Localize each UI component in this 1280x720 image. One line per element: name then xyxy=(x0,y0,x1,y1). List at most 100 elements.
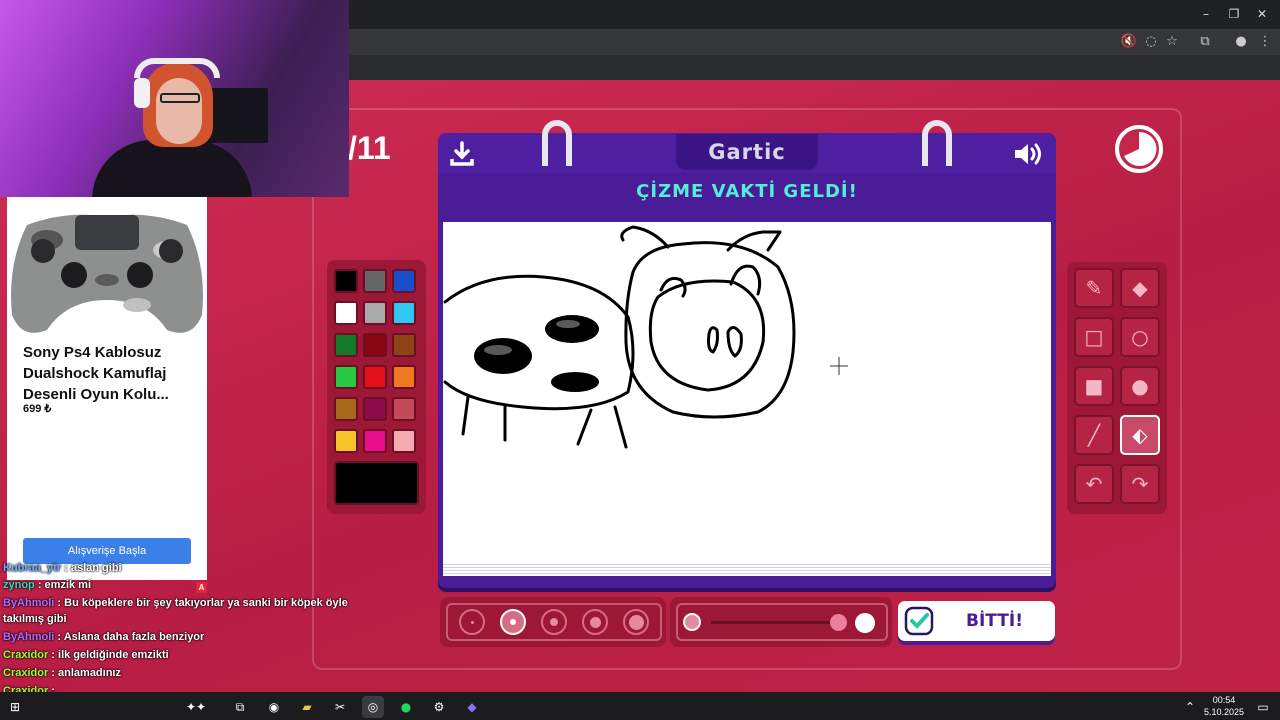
timer-icon xyxy=(1115,125,1163,173)
color-swatch[interactable] xyxy=(334,269,358,293)
discord-icon[interactable]: ◆ xyxy=(461,696,483,718)
mute-tab-icon[interactable]: 🔇 xyxy=(1120,33,1138,51)
file-explorer-icon[interactable]: ▰ xyxy=(296,696,318,718)
color-swatch[interactable] xyxy=(392,301,416,325)
chat-text: : aslan gibi xyxy=(61,562,122,574)
chat-username: Craxidor xyxy=(3,667,49,679)
filled-rectangle-icon[interactable]: ■ xyxy=(1074,366,1114,406)
brush-size-4[interactable] xyxy=(582,609,608,635)
task-view-icon[interactable]: ⧉ xyxy=(229,696,251,718)
chat-username: ByAhmoli xyxy=(3,631,55,643)
ad-title: Sony Ps4 Kablosuz Dualshock Kamuflaj Des… xyxy=(23,344,169,403)
chat-text: : anlamadınız xyxy=(48,667,121,679)
eraser-icon[interactable]: ◆ xyxy=(1120,268,1160,308)
chat-text: : Aslana daha fazla benziyor xyxy=(54,631,205,643)
download-icon[interactable] xyxy=(448,140,476,168)
windows-start-icon[interactable]: ⊞ xyxy=(4,696,26,718)
prompt-text: ÇİZME VAKTİ GELDİ! xyxy=(636,181,858,202)
color-swatch[interactable] xyxy=(392,397,416,421)
done-label: BİTTİ! xyxy=(966,611,1023,631)
settings-gear-icon[interactable]: ⚙ xyxy=(428,696,450,718)
menu-dots-icon[interactable]: ⋮ xyxy=(1256,33,1274,51)
color-swatch[interactable] xyxy=(392,333,416,357)
opacity-min-swatch xyxy=(683,613,701,631)
color-swatch[interactable] xyxy=(392,365,416,389)
pencil-icon[interactable]: ✎ xyxy=(1074,268,1114,308)
color-swatch[interactable] xyxy=(334,301,358,325)
line-icon[interactable]: ╱ xyxy=(1074,415,1114,455)
clock-time: 00:54 xyxy=(1212,695,1236,705)
chat-message: ByAhmoli : Aslana daha fazla benziyor xyxy=(3,629,204,645)
chat-message: Kubraa_ytr : aslan gibi xyxy=(3,560,122,576)
spotify-icon[interactable]: ● xyxy=(395,696,417,718)
chat-username: ByAhmoli xyxy=(3,597,55,609)
ellipse-icon[interactable]: ○ xyxy=(1120,317,1160,357)
notepad-page-edges xyxy=(443,562,1051,576)
capcut-icon[interactable]: ✂ xyxy=(329,696,351,718)
chat-text: : Bu köpeklere bir şey takıyorlar ya san… xyxy=(54,597,348,609)
color-swatch[interactable] xyxy=(392,269,416,293)
brush-size-2[interactable] xyxy=(500,609,526,635)
redo-icon[interactable]: ↷ xyxy=(1120,464,1160,504)
current-color-swatch xyxy=(334,461,419,505)
tray-chevron-up-icon[interactable]: ⌃ xyxy=(1182,696,1198,718)
binder-ring-left xyxy=(542,120,572,166)
color-swatch[interactable] xyxy=(363,333,387,357)
brush-size-5[interactable] xyxy=(623,609,649,635)
chat-username: zynop xyxy=(3,579,35,591)
minimize-icon[interactable]: – xyxy=(1198,6,1214,22)
brush-size-3[interactable] xyxy=(541,609,567,635)
undo-icon[interactable]: ↶ xyxy=(1074,464,1114,504)
chat-text: takılmış gibi xyxy=(3,613,67,625)
fill-bucket-icon[interactable]: ⬖ xyxy=(1120,415,1160,455)
opacity-slider-handle[interactable] xyxy=(830,614,847,631)
crosshair-cursor-icon xyxy=(830,357,848,375)
round-counter: /11 xyxy=(348,130,391,166)
chrome-icon[interactable]: ◎ xyxy=(362,696,384,718)
chat-username: Kubraa_ytr xyxy=(3,562,62,574)
chat-text: : emzik mi xyxy=(34,579,92,591)
clock-date: 5.10.2025 xyxy=(1203,707,1245,717)
color-swatch[interactable] xyxy=(392,429,416,453)
color-swatch[interactable] xyxy=(363,365,387,389)
binder-ring-right xyxy=(922,120,952,166)
gamepad-image xyxy=(11,214,203,333)
ad-panel: Sony Ps4 Kablosuz Dualshock Kamuflaj Des… xyxy=(7,197,207,580)
widgets-sparkle-icon[interactable]: ✦✦ xyxy=(176,696,216,718)
hide-eye-icon[interactable]: ◌ xyxy=(1142,33,1160,51)
color-swatch[interactable] xyxy=(363,429,387,453)
chat-message: takılmış gibi xyxy=(3,611,67,627)
color-swatch[interactable] xyxy=(334,365,358,389)
opacity-max-swatch xyxy=(855,613,875,633)
color-swatch[interactable] xyxy=(363,269,387,293)
sound-icon[interactable] xyxy=(1012,140,1044,168)
color-swatch[interactable] xyxy=(334,429,358,453)
ad-price: 699 ₺ xyxy=(23,403,52,415)
done-button[interactable]: BİTTİ! xyxy=(898,601,1055,641)
color-swatch[interactable] xyxy=(334,333,358,357)
bookmark-star-icon[interactable]: ☆ xyxy=(1163,33,1181,51)
brush-size-1[interactable] xyxy=(459,609,485,635)
notifications-icon[interactable]: ▭ xyxy=(1252,696,1274,718)
chat-message: zynop : emzik mi xyxy=(3,577,91,593)
profile-avatar-icon[interactable]: ● xyxy=(1232,33,1250,51)
close-icon[interactable]: ✕ xyxy=(1254,6,1270,22)
color-swatch[interactable] xyxy=(334,397,358,421)
chat-username: Craxidor xyxy=(3,649,49,661)
chat-message: ByAhmoli : Bu köpeklere bir şey takıyorl… xyxy=(3,595,348,611)
gartic-logo: Gartic xyxy=(676,134,818,170)
opacity-slider-track[interactable] xyxy=(711,621,831,624)
filled-ellipse-icon[interactable]: ● xyxy=(1120,366,1160,406)
chat-text: : ilk geldiğinde emzikti xyxy=(48,649,169,661)
user-drawing xyxy=(443,225,796,449)
check-icon xyxy=(904,606,934,636)
streamer-webcam xyxy=(0,0,349,197)
obs-icon[interactable]: ◉ xyxy=(263,696,285,718)
rectangle-icon[interactable]: □ xyxy=(1074,317,1114,357)
chat-message: Craxidor : anlamadınız xyxy=(3,665,121,681)
chat-message: Craxidor : ilk geldiğinde emzikti xyxy=(3,647,169,663)
restore-icon[interactable]: ❐ xyxy=(1226,6,1242,22)
color-swatch[interactable] xyxy=(363,301,387,325)
extensions-icon[interactable]: ⧉ xyxy=(1196,33,1214,51)
color-swatch[interactable] xyxy=(363,397,387,421)
